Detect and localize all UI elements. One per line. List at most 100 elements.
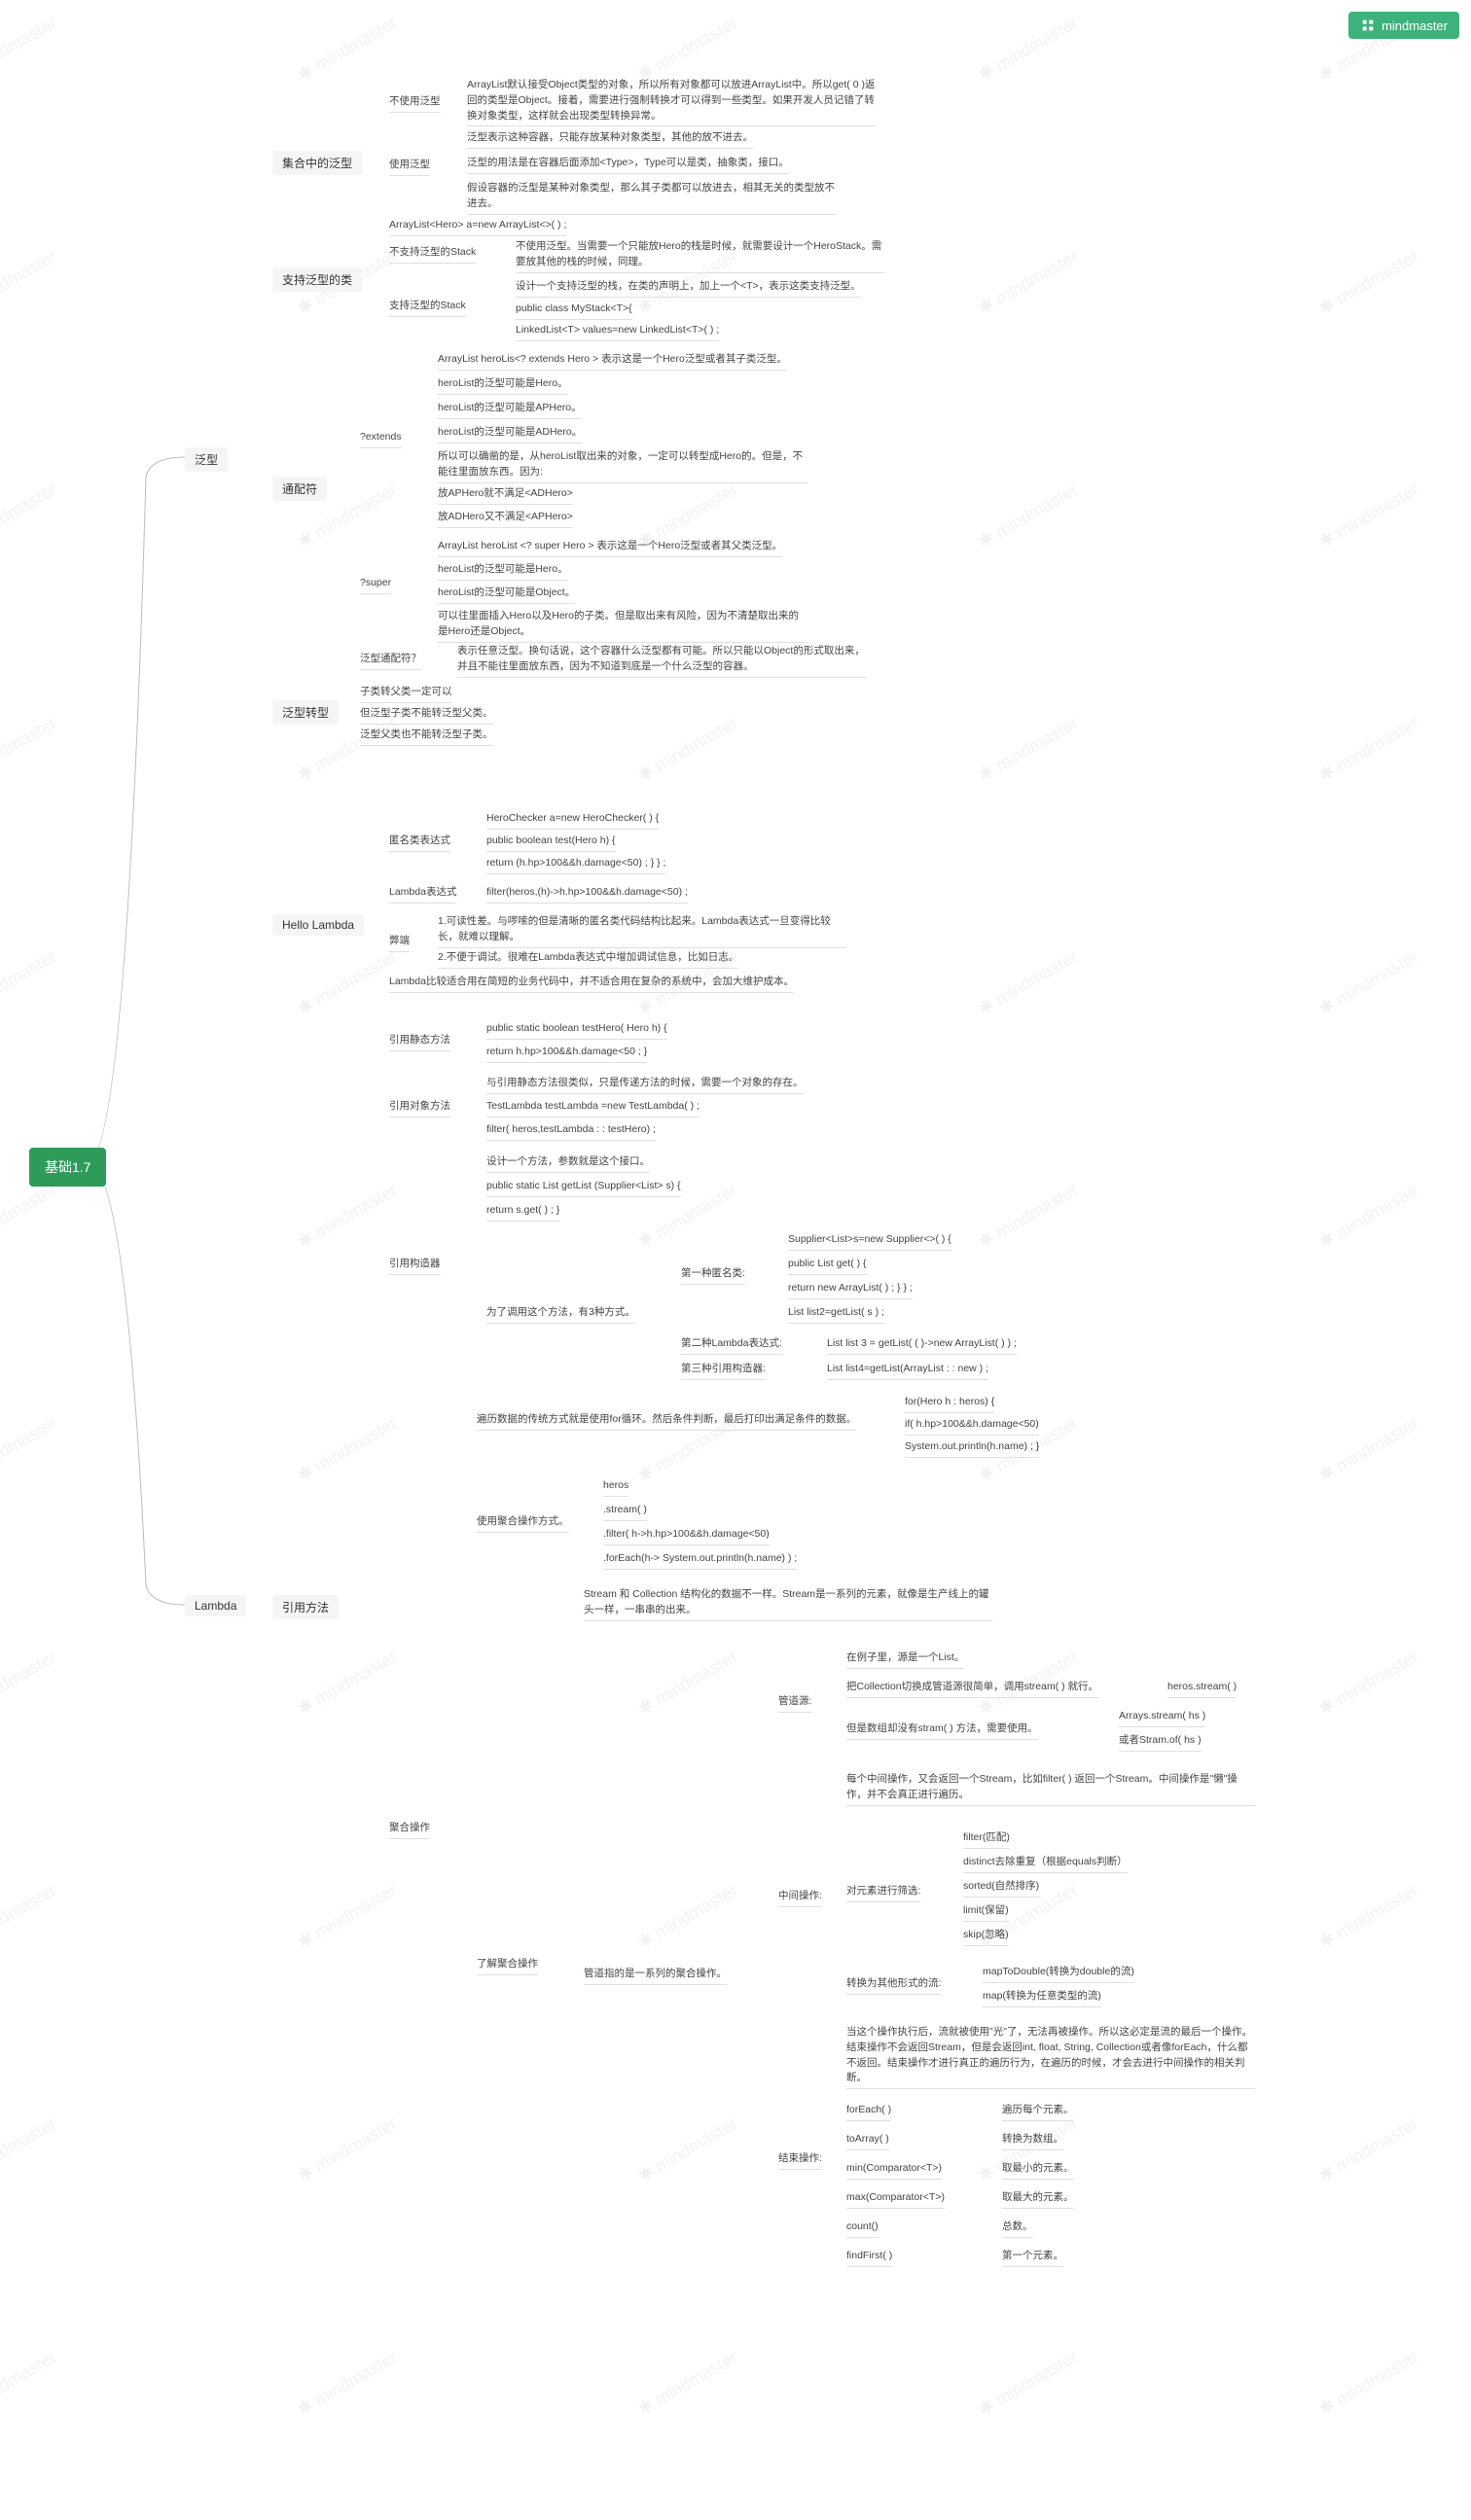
leaf: .forEach(h-> System.out.println(h.name) …	[603, 1549, 797, 1570]
leaf: 第三种引用构造器:	[681, 1360, 766, 1380]
mindmap: 基础1.7 泛型 Lambda 集合中的泛型 支持泛型的类 通配符 泛型转型 不…	[0, 0, 1471, 78]
leaf: 每个中间操作，又会返回一个Stream，比如filter( ) 返回一个Stre…	[846, 1770, 1255, 1806]
leaf: 所以可以确凿的是，从heroList取出来的对象，一定可以转型成Hero的。但是…	[438, 447, 807, 483]
connectors	[0, 0, 1471, 2520]
leaf: 放ADHero又不满足<APHero>	[438, 508, 573, 528]
leaf: count()	[846, 2218, 879, 2238]
leaf: return new ArrayList( ) ; } } ;	[788, 1279, 913, 1299]
leaf: 不使用泛型。当需要一个只能放Hero的栈是时候，就需要设计一个HeroStack…	[516, 237, 885, 273]
leaf: 转换为其他形式的流:	[846, 1974, 941, 1995]
leaf: 当这个操作执行后，流就被使用"光"了，无法再被操作。所以这必定是流的最后一个操作…	[846, 2023, 1255, 2089]
leaf: 第二种Lambda表达式:	[681, 1334, 782, 1355]
leaf: 支持泛型的Stack	[389, 297, 466, 317]
leaf: findFirst( )	[846, 2247, 892, 2267]
leaf: 放APHero就不满足<ADHero>	[438, 484, 573, 505]
leaf: 聚合操作	[389, 1819, 430, 1839]
leaf: ArrayList heroLis<? extends Hero > 表示这是一…	[438, 350, 787, 371]
leaf: List list4=getList(ArrayList : : new ) ;	[827, 1360, 988, 1380]
node-generics-cast[interactable]: 泛型转型	[272, 700, 339, 725]
leaf: if( h.hp>100&&h.damage<50)	[905, 1415, 1039, 1436]
leaf: 把Collection切换成管道源很简单，调用stream( ) 就行。	[846, 1678, 1098, 1698]
node-generics-collection[interactable]: 集合中的泛型	[272, 151, 362, 175]
leaf: 但泛型子类不能转泛型父类。	[360, 704, 493, 725]
node-hello-lambda[interactable]: Hello Lambda	[272, 914, 364, 936]
leaf: toArray( )	[846, 2130, 889, 2150]
leaf: 泛型的用法是在容器后面添加<Type>，Type可以是类，抽象类，接口。	[467, 154, 789, 174]
leaf: 使用聚合操作方式。	[477, 1512, 569, 1533]
leaf: 假设容器的泛型是某种对象类型，那么其子类都可以放进去，相其无关的类型放不进去。	[467, 179, 837, 215]
leaf: heroList的泛型可能是Object。	[438, 584, 575, 604]
leaf: 引用静态方法	[389, 1031, 450, 1051]
brand-label: mindmaster	[1381, 18, 1448, 33]
leaf: 取最小的元素。	[1002, 2159, 1074, 2180]
leaf: 1.可读性差。与啰嗦的但是清晰的匿名类代码结构比起来。Lambda表达式一旦变得…	[438, 912, 846, 948]
leaf: TestLambda testLambda =new TestLambda( )…	[486, 1097, 700, 1118]
leaf: 了解聚合操作	[477, 1955, 538, 1975]
node-ref-method[interactable]: 引用方法	[272, 1595, 339, 1619]
leaf: heroList的泛型可能是ADHero。	[438, 423, 582, 444]
leaf: skip(忽略)	[963, 1926, 1009, 1946]
leaf: for(Hero h : heros) {	[905, 1393, 994, 1413]
leaf: sorted(自然排序)	[963, 1877, 1039, 1898]
leaf: heros	[603, 1476, 628, 1497]
leaf: 对元素进行筛选:	[846, 1882, 920, 1902]
watermark-layer: ✱ mindmaster✱ mindmaster✱ mindmaster✱ mi…	[0, 0, 1471, 2520]
leaf: 在例子里，源是一个List。	[846, 1649, 964, 1669]
leaf: 泛型表示这种容器，只能存放某种对象类型，其他的放不进去。	[467, 128, 753, 149]
leaf: 第一个元素。	[1002, 2247, 1063, 2267]
leaf: 使用泛型	[389, 156, 430, 176]
leaf: 泛型父类也不能转泛型子类。	[360, 726, 493, 746]
leaf: ArrayList<Hero> a=new ArrayList<>( ) ;	[389, 216, 566, 236]
leaf: 取最大的元素。	[1002, 2188, 1074, 2209]
leaf: LinkedList<T> values=new LinkedList<T>( …	[516, 321, 719, 341]
leaf: min(Comparator<T>)	[846, 2159, 942, 2180]
leaf: 第一种匿名类:	[681, 1264, 745, 1285]
root-node[interactable]: 基础1.7	[29, 1148, 106, 1187]
leaf: 表示任意泛型。换句话说，这个容器什么泛型都有可能。所以只能以Object的形式取…	[457, 642, 866, 678]
leaf: return s.get( ) ; }	[486, 1201, 559, 1222]
leaf: Supplier<List>s=new Supplier<>( ) {	[788, 1230, 951, 1251]
leaf: 或者Stram.of( hs )	[1119, 1731, 1202, 1752]
leaf: 不使用泛型	[389, 92, 441, 113]
leaf: 设计一个方法，参数就是这个接口。	[486, 1153, 650, 1173]
leaf: public static List getList (Supplier<Lis…	[486, 1177, 681, 1197]
leaf: Arrays.stream( hs )	[1119, 1707, 1205, 1727]
leaf: Lambda比较适合用在简短的业务代码中，并不适合用在复杂的系统中，会加大维护成…	[389, 973, 794, 993]
leaf: 中间操作:	[778, 1887, 822, 1907]
node-wildcard[interactable]: 通配符	[272, 477, 327, 501]
leaf: 为了调用这个方法，有3种方式。	[486, 1303, 635, 1324]
leaf: 管道源:	[778, 1692, 811, 1713]
leaf: 设计一个支持泛型的栈，在类的声明上，加上一个<T>，表示这类支持泛型。	[516, 277, 861, 298]
leaf: 遍历每个元素。	[1002, 2101, 1074, 2121]
leaf: 泛型通配符？	[360, 650, 421, 670]
leaf: 转换为数组。	[1002, 2130, 1063, 2150]
leaf: 可以往里面插入Hero以及Hero的子类。但是取出来有风险，因为不清楚取出来的是…	[438, 607, 807, 643]
leaf: ArrayList heroList <? super Hero > 表示这是一…	[438, 537, 782, 557]
leaf: heroList的泛型可能是Hero。	[438, 560, 568, 581]
leaf: 匿名类表达式	[389, 832, 450, 852]
leaf: return h.hp>100&&h.damage<50 ; }	[486, 1043, 647, 1063]
leaf: 引用对象方法	[389, 1097, 450, 1118]
leaf: 总数。	[1002, 2218, 1033, 2238]
leaf: filter(匹配)	[963, 1828, 1010, 1849]
leaf: Stream 和 Collection 结构化的数据不一样。Stream是一系列…	[584, 1585, 992, 1621]
leaf: 弊端	[389, 932, 410, 952]
leaf: ArrayList默认接受Object类型的对象，所以所有对象都可以放进Arra…	[467, 76, 876, 126]
leaf: HeroChecker a=new HeroChecker( ) {	[486, 809, 659, 830]
node-generics[interactable]: 泛型	[185, 447, 228, 472]
node-generics-class[interactable]: 支持泛型的类	[272, 267, 362, 292]
leaf: 但是数组却没有stram( ) 方法，需要使用。	[846, 1720, 1038, 1740]
brand-badge: mindmaster	[1348, 12, 1459, 39]
leaf: Lambda表达式	[389, 883, 456, 904]
leaf: mapToDouble(转换为double的流)	[983, 1963, 1134, 1983]
node-lambda[interactable]: Lambda	[185, 1595, 246, 1616]
leaf: limit(保留)	[963, 1901, 1009, 1922]
leaf: filter( heros,testLambda : : testHero) ;	[486, 1120, 656, 1141]
leaf: return (h.hp>100&&h.damage<50) ; } } ;	[486, 854, 665, 874]
leaf: 管道指的是一系列的聚合操作。	[584, 1965, 727, 1985]
leaf: 子类转父类一定可以	[360, 683, 452, 703]
leaf: filter(heros,(h)->h.hp>100&&h.damage<50)…	[486, 883, 688, 904]
leaf: ?extends	[360, 428, 402, 448]
brand-icon	[1360, 18, 1376, 33]
leaf: List list2=getList( s ) ;	[788, 1303, 884, 1324]
